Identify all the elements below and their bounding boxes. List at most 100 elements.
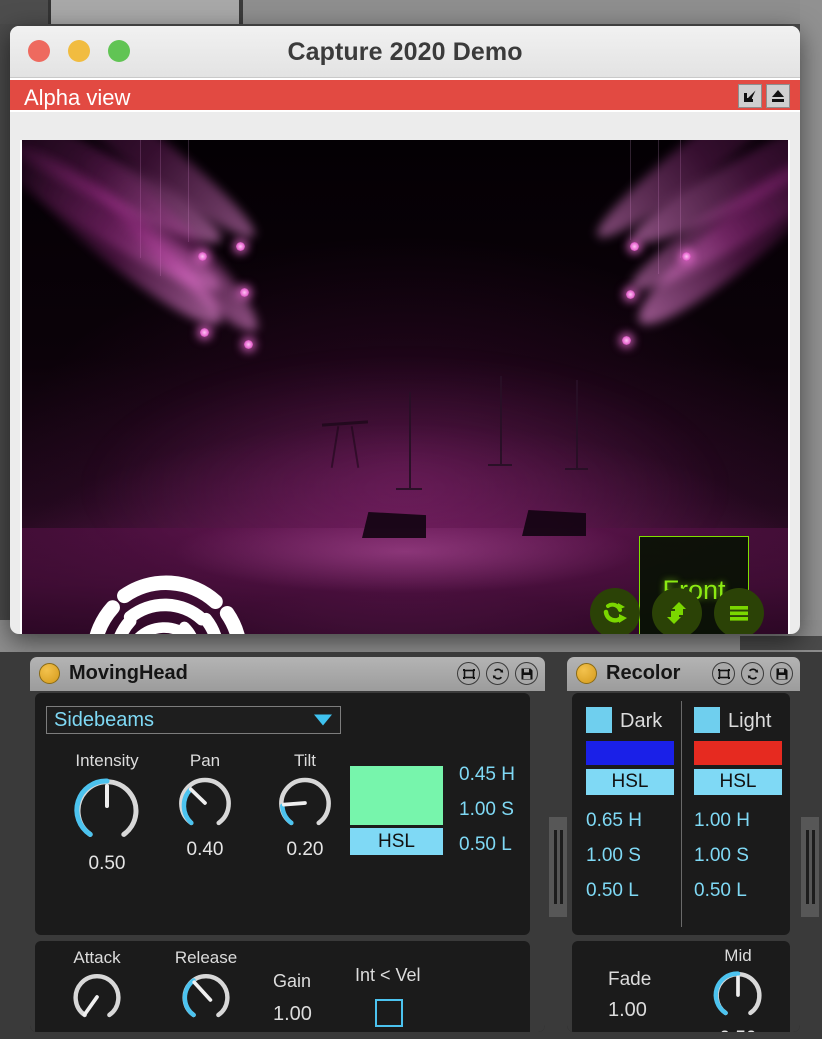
dark-hsl-mode-label: HSL [611,771,649,792]
device-header-buttons [457,662,538,685]
movinghead-envelope-card: Attack 0.00 b Release [35,941,530,1032]
moving-head-fixture [200,328,209,337]
pan-knob[interactable] [174,772,236,834]
hsl-mode-button[interactable]: HSL [350,828,443,855]
pan-value: 0.40 [186,839,224,860]
mic-stand [576,380,578,468]
device-header-recolor[interactable]: Recolor [567,657,800,691]
fade-value[interactable]: 1.00 [608,999,647,1022]
mic-stand-base [488,464,512,466]
window-title: Capture 2020 Demo [287,38,523,66]
map-button[interactable] [457,662,480,685]
int-vel-label: Int < Vel [355,965,421,985]
mic-stand [409,392,411,488]
dark-hsl-mode-button[interactable]: HSL [586,769,674,795]
attack-knob[interactable] [69,969,125,1025]
intensity-label: Intensity [75,751,139,770]
release-knob[interactable] [178,969,234,1025]
moving-head-fixture [622,336,631,345]
fade-label: Fade [608,969,652,990]
device-power-led[interactable] [39,663,60,684]
preset-dropdown[interactable]: Sidebeams [46,706,341,734]
device-header-buttons [712,662,793,685]
device-rack: MovingHead Sidebeams Intensity 0.50 Pan … [0,652,822,1039]
light-color-swatch[interactable] [694,741,782,765]
dark-color-swatch[interactable] [586,741,674,765]
up-down-arrows-icon [667,602,686,624]
map-button[interactable] [712,662,735,685]
viewport-nav-buttons [590,588,764,634]
attack-label: Attack [73,948,121,967]
intensity-knob[interactable] [69,772,145,848]
hamburger-icon [730,606,748,621]
device-title: Recolor [606,662,681,684]
gain-label: Gain [273,971,312,991]
movinghead-resize-handle[interactable] [549,817,567,917]
window-titlebar[interactable]: Capture 2020 Demo [10,26,800,78]
mid-knob[interactable] [710,967,766,1023]
gain-value[interactable]: 1.00 [273,1003,312,1026]
tilt-knob[interactable] [274,772,336,834]
backdrop-track-area [243,0,822,24]
resize-view-button[interactable] [738,84,762,108]
preset-dropdown-label: Sidebeams [54,708,155,731]
color-s-value[interactable]: 1.00 S [459,792,515,827]
eject-icon [772,90,784,102]
capture-swirl-logo [70,558,264,634]
stage-monitor [362,512,426,538]
color-h-value[interactable]: 0.45 H [459,757,515,792]
save-button[interactable] [770,662,793,685]
mid-knob-group: Mid 0.50 [698,946,778,1032]
alpha-view-bar: Alpha view [10,78,800,112]
reload-button[interactable] [486,662,509,685]
circular-arrows-icon [492,668,503,679]
light-l-value[interactable]: 0.50 L [694,873,750,908]
movinghead-main-card: Sidebeams Intensity 0.50 Pan 0.40 Tilt 0… [35,693,530,935]
orbit-button[interactable] [590,588,640,634]
light-hsl-mode-button[interactable]: HSL [694,769,782,795]
moving-head-fixture [626,290,635,299]
floppy-disk-icon [776,668,787,679]
reload-button[interactable] [741,662,764,685]
dark-toggle[interactable] [586,707,612,733]
light-label: Light [728,710,772,732]
dark-l-value[interactable]: 0.50 L [586,873,642,908]
device-body-recolor: Dark HSL 0.65 H 1.00 S 0.50 L Light HSL … [567,691,800,1032]
mic-stand-base [565,468,588,470]
color-l-value[interactable]: 0.50 L [459,827,515,862]
device-header-movinghead[interactable]: MovingHead [30,657,545,691]
mic-stand [500,376,502,464]
mid-label: Mid [724,946,752,965]
light-s-value[interactable]: 1.00 S [694,838,750,873]
moving-head-fixture [236,242,245,251]
device-power-led[interactable] [576,663,597,684]
light-toggle[interactable] [694,707,720,733]
int-vel-checkbox[interactable] [375,999,403,1027]
dark-h-value[interactable]: 0.65 H [586,803,642,838]
moving-head-fixture [244,340,253,349]
light-h-value[interactable]: 1.00 H [694,803,750,838]
pan-button[interactable] [652,588,702,634]
device-body-movinghead: Sidebeams Intensity 0.50 Pan 0.40 Tilt 0… [30,691,545,1032]
light-hsl-values: 1.00 H 1.00 S 0.50 L [694,803,750,908]
circular-arrows-icon [747,668,758,679]
screen: Capture 2020 Demo Alpha view Front Movin… [0,0,822,1039]
intensity-value: 0.50 [88,853,126,874]
dark-s-value[interactable]: 1.00 S [586,838,642,873]
device-recolor: Recolor Dark HSL 0.65 H 1.00 S 0.50 L Li… [567,657,800,1032]
map-icon [717,668,730,679]
tilt-value: 0.20 [286,839,324,860]
stage-3d-viewport[interactable]: Front [20,140,790,634]
save-button[interactable] [515,662,538,685]
menu-button[interactable] [714,588,764,634]
mid-value: 0.50 [698,1028,778,1032]
eject-view-button[interactable] [766,84,790,108]
device-title: MovingHead [69,662,188,684]
recolor-resize-handle[interactable] [801,817,819,917]
hsl-mode-label: HSL [378,830,415,852]
moving-head-fixture [630,242,639,251]
alpha-view-title: Alpha view [24,85,131,110]
moving-head-fixture [198,252,207,261]
color-swatch[interactable] [350,766,443,825]
chevron-down-icon [314,714,332,726]
